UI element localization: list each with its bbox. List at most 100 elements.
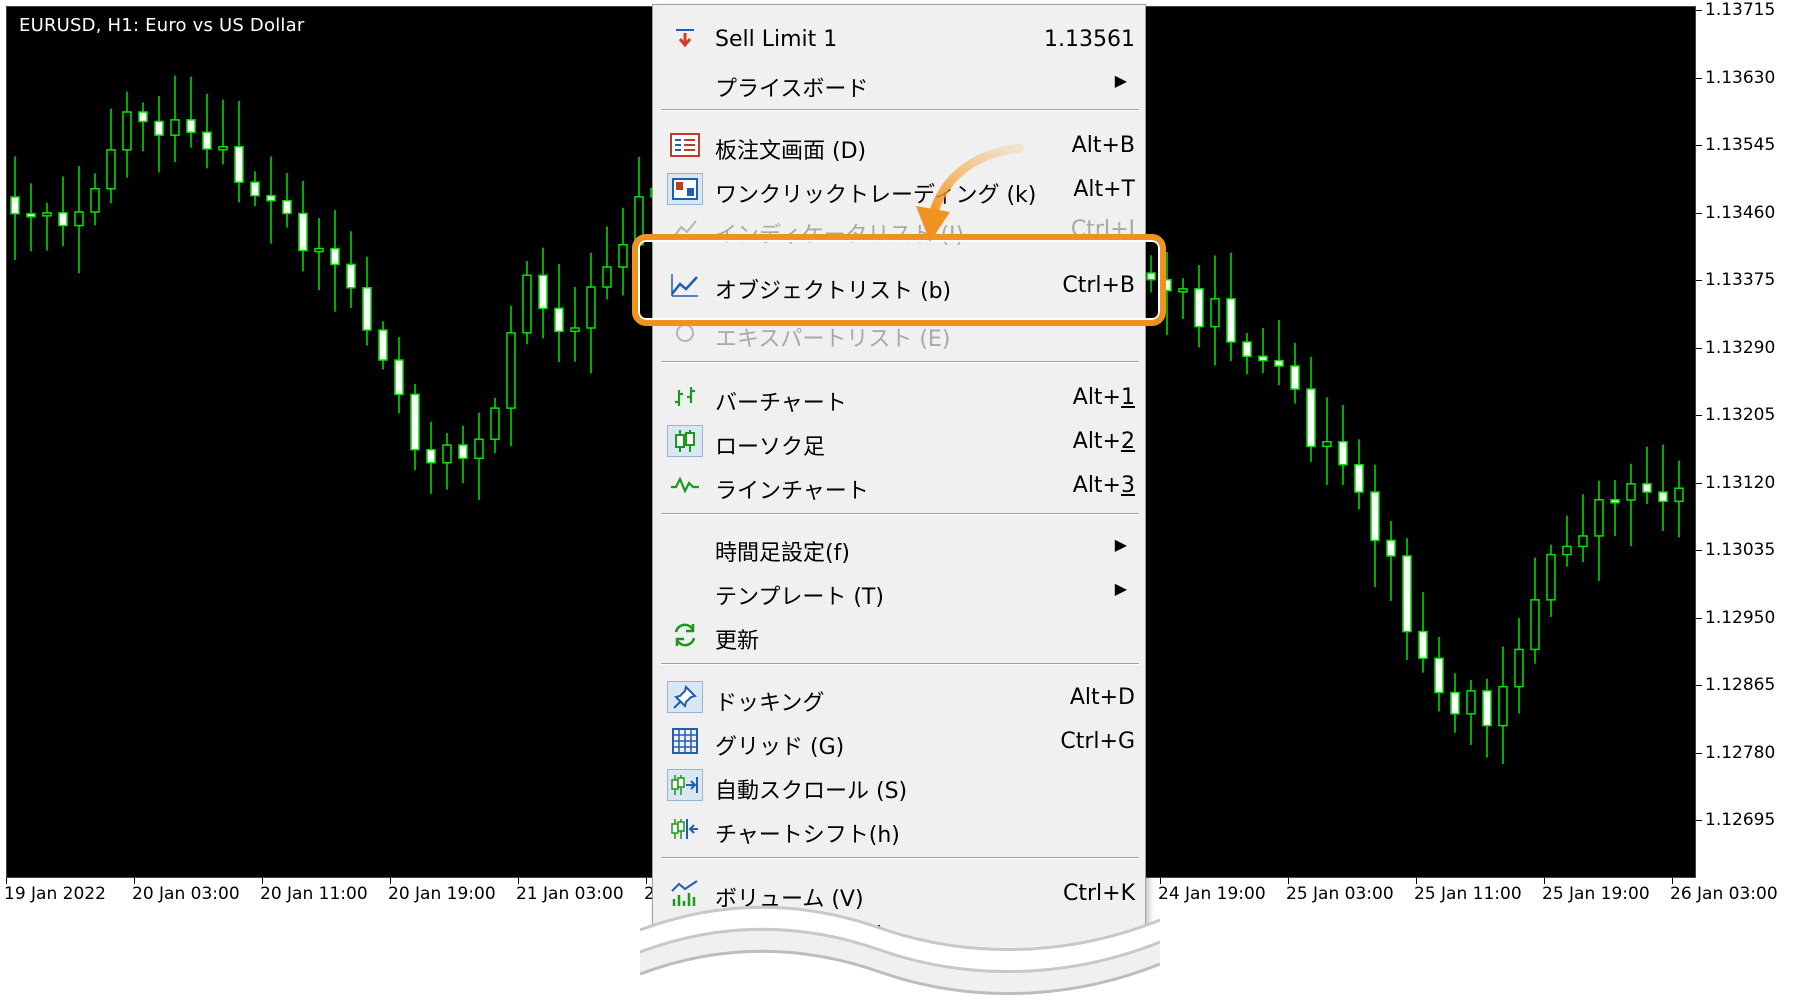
candlestick (1642, 446, 1652, 504)
candlestick (1386, 521, 1396, 601)
candlestick (426, 421, 436, 494)
candlestick (234, 100, 244, 203)
candlestick (106, 108, 116, 204)
candlestick (378, 321, 388, 370)
candlestick (410, 383, 420, 471)
price-axis-label: 1.13630 (1705, 67, 1776, 88)
candlestick (170, 75, 180, 163)
sell-limit-icon (667, 23, 703, 55)
menu-item-price-board[interactable]: プライスボード ▶ (653, 61, 1145, 105)
order-screen-icon (667, 129, 703, 161)
candlestick (570, 287, 580, 362)
candlestick (1498, 646, 1508, 765)
candlestick (1306, 356, 1316, 462)
price-axis-tick (1696, 550, 1702, 551)
price-axis-label: 1.13545 (1705, 135, 1776, 155)
chart-title: EURUSD, H1: Euro vs US Dollar (19, 15, 305, 36)
candlestick (442, 432, 452, 490)
chart-shift-icon (667, 813, 703, 845)
time-axis-label: 25 Jan 19:00 (1542, 884, 1650, 904)
menu-item-template[interactable]: テンプレート (T) ▶ (653, 569, 1145, 613)
time-axis-label: 24 Jan 19:00 (1158, 884, 1266, 904)
menu-item-chart-shift[interactable]: チャートシフト(h) (653, 807, 1145, 851)
candlestick (298, 181, 308, 272)
candlestick (1562, 515, 1572, 567)
submenu-arrow-icon: ▶ (1114, 71, 1127, 90)
menu-item-candlestick[interactable]: ローソク足 Alt+2 (653, 419, 1145, 463)
candlestick (394, 337, 404, 414)
price-axis-tick (1696, 212, 1702, 214)
candlestick (1338, 405, 1348, 485)
candlestick (1370, 464, 1380, 588)
candlestick (490, 397, 500, 454)
price-axis-tick (1696, 617, 1702, 619)
menu-item-sell-limit[interactable]: Sell Limit 1 1.13561 (653, 17, 1145, 61)
one-click-trading-icon (667, 173, 703, 205)
menu-item-line-chart[interactable]: ラインチャート Alt+3 (653, 463, 1145, 507)
candlestick (1610, 480, 1620, 537)
time-axis-label: 26 Jan 03:00 (1670, 884, 1778, 904)
candlestick (618, 207, 628, 296)
candlestick (458, 425, 468, 484)
price-axis-label: 1.13205 (1705, 405, 1776, 425)
candlestick (1210, 255, 1220, 366)
menu-item-refresh[interactable]: 更新 (653, 613, 1145, 657)
candlestick (1434, 637, 1444, 712)
candlestick (138, 102, 148, 152)
price-axis-tick (1696, 415, 1702, 416)
candlestick (1290, 342, 1300, 404)
candlestick (1418, 592, 1428, 673)
candlestick (1626, 463, 1636, 547)
candlestick (330, 210, 340, 312)
menu-separator (661, 513, 1139, 515)
candlestick (1274, 319, 1284, 386)
menu-item-docking[interactable]: ドッキング Alt+D (653, 675, 1145, 719)
candlestick (218, 99, 228, 165)
time-axis-label: 20 Jan 03:00 (132, 884, 240, 904)
candlestick (1578, 494, 1588, 563)
menu-item-timeframes[interactable]: 時間足設定(f) ▶ (653, 525, 1145, 569)
price-axis-label: 1.12950 (1705, 607, 1776, 628)
menu-item-grid[interactable]: グリッド (G) Ctrl+G (653, 719, 1145, 763)
candlestick (282, 173, 292, 228)
price-axis-tick (1696, 77, 1702, 79)
price-axis-tick (1696, 10, 1702, 11)
menu-separator (661, 857, 1139, 859)
candlestick (1658, 444, 1668, 531)
candlestick (1402, 538, 1412, 661)
price-axis-label: 1.13460 (1705, 202, 1776, 223)
candlestick (474, 412, 484, 500)
price-axis-label: 1.12780 (1705, 742, 1776, 763)
candlestick (522, 261, 532, 345)
price-axis-label: 1.13375 (1705, 270, 1776, 290)
price-axis-label: 1.13035 (1705, 540, 1776, 560)
candlestick (602, 226, 612, 300)
auto-scroll-icon (667, 769, 703, 801)
annotation-arrow-icon (916, 143, 1025, 242)
menu-separator (661, 361, 1139, 363)
candlestick (90, 173, 100, 226)
price-axis-tick (1696, 482, 1702, 484)
candlestick (1226, 252, 1236, 362)
menu-item-bar-chart[interactable]: バーチャート Alt+1 (653, 375, 1145, 419)
candlestick (362, 256, 372, 346)
candlestick (506, 305, 516, 447)
candlestick (1258, 328, 1268, 374)
price-axis-label: 1.13715 (1705, 0, 1776, 20)
time-axis-label: 25 Jan 03:00 (1286, 884, 1394, 904)
price-axis-label: 1.13290 (1705, 337, 1776, 358)
price-axis-label: 1.12695 (1705, 810, 1776, 830)
candlestick (74, 166, 84, 274)
submenu-arrow-icon: ▶ (1114, 579, 1127, 598)
docking-pin-icon (667, 681, 703, 713)
menu-item-auto-scroll[interactable]: 自動スクロール (S) (653, 763, 1145, 807)
candlestick (346, 231, 356, 309)
menu-separator (661, 109, 1139, 111)
candlestick (186, 76, 196, 148)
grid-icon (667, 725, 703, 757)
time-axis-label: 19 Jan 2022 (4, 884, 106, 904)
candlestick (1466, 680, 1476, 745)
candlestick (1674, 460, 1684, 538)
candlestick (202, 93, 212, 169)
price-axis-tick (1696, 280, 1702, 281)
